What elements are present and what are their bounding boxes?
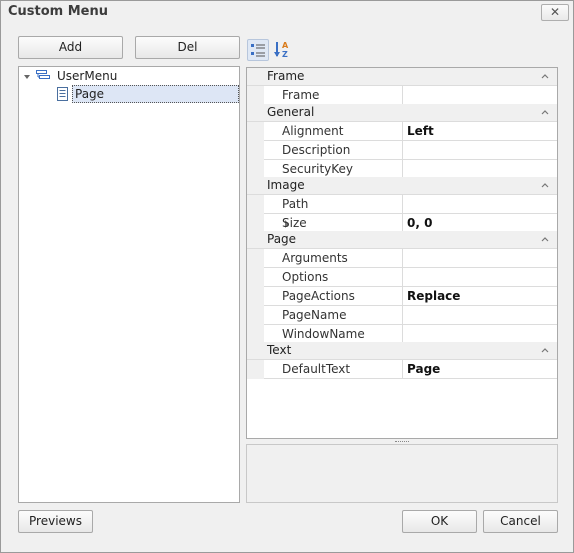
expand-arrow-icon[interactable] — [23, 73, 31, 81]
property-row-alignment[interactable]: Alignment Left — [247, 122, 557, 141]
property-name: Frame — [264, 86, 403, 105]
chevron-up-icon[interactable] — [540, 107, 550, 117]
property-value[interactable] — [403, 141, 557, 160]
chevron-up-icon[interactable] — [540, 71, 550, 81]
menu-icon — [36, 70, 50, 79]
category-label: Page — [267, 232, 297, 246]
property-value[interactable] — [403, 306, 557, 325]
property-value[interactable] — [403, 195, 557, 214]
category-general[interactable]: General — [247, 104, 557, 122]
row-gutter — [247, 86, 264, 105]
del-button[interactable]: Del — [135, 36, 240, 59]
categorized-icon — [251, 44, 265, 57]
row-gutter — [247, 360, 264, 379]
svg-text:Z: Z — [282, 50, 288, 59]
page-icon — [57, 87, 68, 101]
menu-tree[interactable]: UserMenu Page — [18, 66, 240, 503]
property-value[interactable] — [403, 249, 557, 268]
close-icon: ✕ — [549, 5, 561, 19]
tree-node-usermenu[interactable]: UserMenu — [19, 67, 239, 85]
tree-node-label: Page — [75, 87, 105, 101]
property-value[interactable]: Left — [403, 122, 557, 141]
property-name: PageActions — [264, 287, 403, 306]
property-value[interactable] — [403, 268, 557, 287]
category-label: Text — [267, 343, 292, 357]
property-row-path[interactable]: Path — [247, 195, 557, 214]
category-text[interactable]: Text — [247, 342, 557, 360]
add-button[interactable]: Add — [18, 36, 123, 59]
ok-button[interactable]: OK — [402, 510, 477, 533]
custom-menu-dialog: Custom Menu ✕ Add Del UserMenu Page A Z … — [0, 0, 574, 553]
property-row-options[interactable]: Options — [247, 268, 557, 287]
sort-az-icon: A Z — [274, 41, 289, 59]
row-gutter — [247, 287, 264, 306]
description-panel — [246, 444, 558, 503]
alphabetical-button[interactable]: A Z — [272, 39, 294, 61]
row-gutter — [247, 122, 264, 141]
property-row-pageactions[interactable]: PageActions Replace — [247, 287, 557, 306]
category-label: Frame — [267, 69, 305, 83]
category-image[interactable]: Image — [247, 177, 557, 195]
chevron-up-icon[interactable] — [540, 345, 550, 355]
categorized-button[interactable] — [247, 39, 269, 61]
property-row-pagename[interactable]: PageName — [247, 306, 557, 325]
property-name: Alignment — [264, 122, 403, 141]
property-name: Path — [264, 195, 403, 214]
property-value[interactable]: Page — [403, 360, 557, 379]
close-button[interactable]: ✕ — [541, 4, 569, 21]
property-row-description[interactable]: Description — [247, 141, 557, 160]
row-gutter — [247, 249, 264, 268]
row-gutter — [247, 268, 264, 287]
tree-node-page[interactable]: Page — [55, 85, 239, 103]
row-gutter — [247, 195, 264, 214]
category-label: Image — [267, 178, 305, 192]
property-value[interactable] — [403, 86, 557, 105]
property-grid-toolbar: A Z — [247, 39, 307, 63]
property-value[interactable]: Replace — [403, 287, 557, 306]
property-name: PageName — [264, 306, 403, 325]
property-row-defaulttext[interactable]: DefaultText Page — [247, 360, 557, 379]
category-page[interactable]: Page — [247, 231, 557, 249]
property-name: Arguments — [264, 249, 403, 268]
row-gutter — [247, 141, 264, 160]
tree-node-label: UserMenu — [57, 69, 118, 83]
svg-text:A: A — [282, 41, 289, 50]
property-name: DefaultText — [264, 360, 403, 379]
property-row-arguments[interactable]: Arguments — [247, 249, 557, 268]
window-title: Custom Menu — [8, 4, 109, 19]
chevron-up-icon[interactable] — [540, 180, 550, 190]
previews-button[interactable]: Previews — [18, 510, 93, 533]
splitter-grip[interactable] — [395, 441, 409, 443]
cancel-button[interactable]: Cancel — [483, 510, 558, 533]
category-frame[interactable]: Frame — [247, 68, 557, 86]
chevron-up-icon[interactable] — [540, 234, 550, 244]
property-grid[interactable]: Frame Frame General Alignment Left Descr… — [246, 67, 558, 439]
property-row-frame[interactable]: Frame — [247, 86, 557, 105]
property-name: Options — [264, 268, 403, 287]
title-bar: Custom Menu ✕ — [1, 1, 573, 25]
property-name: Description — [264, 141, 403, 160]
category-label: General — [267, 105, 315, 119]
row-gutter — [247, 306, 264, 325]
